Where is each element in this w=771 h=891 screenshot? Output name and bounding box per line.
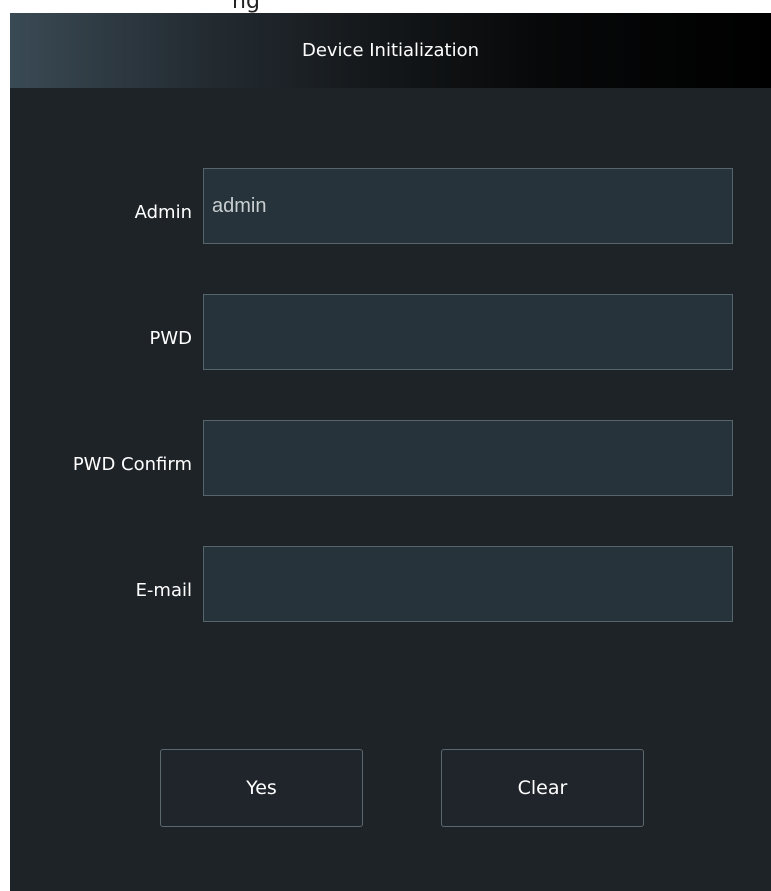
page-text-fragment-label: ng <box>232 0 260 13</box>
pwd-field[interactable] <box>203 294 733 370</box>
admin-field[interactable] <box>203 168 733 244</box>
pwd-confirm-input[interactable] <box>204 421 732 495</box>
admin-label: Admin <box>134 202 192 223</box>
dialog-title: Device Initialization <box>301 40 480 61</box>
email-label: E-mail <box>135 580 192 601</box>
pwd-label: PWD <box>149 328 192 349</box>
page-text-fragment: ng <box>0 0 771 13</box>
email-input[interactable] <box>204 547 732 621</box>
admin-input[interactable] <box>204 169 732 243</box>
clear-button[interactable]: Clear <box>441 749 644 827</box>
pwd-confirm-label: PWD Confirm <box>72 454 192 475</box>
device-initialization-dialog: Device Initialization Admin PWD PWD Conf… <box>10 13 771 891</box>
pwd-confirm-field[interactable] <box>203 420 733 496</box>
email-field[interactable] <box>203 546 733 622</box>
pwd-input[interactable] <box>204 295 732 369</box>
yes-button[interactable]: Yes <box>160 749 363 827</box>
